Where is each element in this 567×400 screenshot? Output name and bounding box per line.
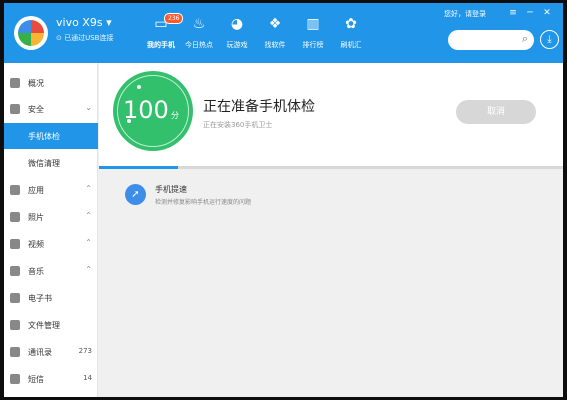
nav-find-software[interactable]: ❖ 找软件 xyxy=(256,13,294,57)
nav-label: 排行榜 xyxy=(302,41,324,49)
login-link[interactable]: 您好，请登录 xyxy=(444,9,486,19)
sidebar-item-label: 通讯录 xyxy=(28,348,52,357)
sidebar-item-contacts[interactable]: 通讯录 273 xyxy=(4,339,98,365)
search-icon[interactable]: ⌕ xyxy=(522,32,528,46)
nav-label: 玩游戏 xyxy=(226,41,248,49)
device-connection-label: 已通过USB连接 xyxy=(64,34,114,42)
app-window: vivo X9s ▾ ⊙ 已通过USB连接 ▭ 236 我的手机 ♨ 今日热点 … xyxy=(4,3,563,397)
music-icon xyxy=(10,266,20,276)
sidebar-item-apps[interactable]: 应用 ⌃ xyxy=(4,177,98,203)
sidebar-item-ebooks[interactable]: 电子书 xyxy=(4,285,98,311)
ranking-icon: ▥ xyxy=(306,16,320,32)
checkup-title: 正在准备手机体检 xyxy=(203,99,315,115)
sms-icon xyxy=(10,374,20,384)
sidebar-item-label: 视频 xyxy=(28,240,44,249)
sidebar-item-label: 微信清理 xyxy=(28,159,60,168)
nav-label: 今日热点 xyxy=(185,41,213,49)
sidebar-item-label: 电子书 xyxy=(28,294,52,303)
sidebar-item-overview[interactable]: 概况 xyxy=(4,70,98,96)
checkup-panel: 100 分 正在准备手机体检 正在安装360手机卫士 取消 xyxy=(99,63,563,166)
checkup-score: 100 xyxy=(123,96,169,124)
shield-icon xyxy=(10,104,20,114)
sidebar-item-label: 照片 xyxy=(28,213,44,222)
cancel-button[interactable]: 取消 xyxy=(456,100,536,124)
sidebar-item-file-manager[interactable]: 文件管理 xyxy=(4,312,98,338)
chevron-up-icon: ⌃ xyxy=(85,265,92,274)
sidebar-item-label: 安全 xyxy=(28,105,44,114)
sidebar-item-label: 概况 xyxy=(28,79,44,88)
tip-title: 手机提速 xyxy=(155,185,187,194)
device-name[interactable]: vivo X9s ▾ xyxy=(56,16,112,29)
nav-play-games[interactable]: ◕ 玩游戏 xyxy=(218,13,256,57)
sidebar-item-phone-checkup[interactable]: 手机体检 xyxy=(4,123,98,149)
chevron-up-icon: ⌃ xyxy=(85,184,92,193)
sidebar-item-label: 手机体检 xyxy=(28,132,60,141)
usb-icon: ⊙ xyxy=(56,34,62,42)
sidebar-item-wechat-clean[interactable]: 微信清理 xyxy=(4,150,98,176)
sidebar-item-videos[interactable]: 视频 ⌃ xyxy=(4,231,98,257)
minimize-icon[interactable]: ─ xyxy=(524,7,536,19)
rocket-icon: ➚ xyxy=(125,184,146,205)
sidebar: 概况 安全 ⌄ 手机体检 微信清理 应用 ⌃ 照片 ⌃ 视频 ⌃ 音乐 ⌃ 电子… xyxy=(4,63,98,397)
folder-icon xyxy=(10,320,20,330)
home-icon xyxy=(10,78,20,88)
sidebar-item-security[interactable]: 安全 ⌄ xyxy=(4,96,98,122)
book-icon xyxy=(10,293,20,303)
apps-icon: ❖ xyxy=(268,16,282,32)
contacts-count: 273 xyxy=(78,347,92,355)
nav-today-hot[interactable]: ♨ 今日热点 xyxy=(180,13,218,57)
chevron-down-icon: ⌄ xyxy=(85,103,92,112)
apps-icon xyxy=(10,185,20,195)
nav-my-phone[interactable]: ▭ 236 我的手机 xyxy=(142,13,184,57)
close-icon[interactable]: ✕ xyxy=(541,7,553,19)
sidebar-item-sms[interactable]: 短信 14 xyxy=(4,366,98,392)
nav-label: 找软件 xyxy=(264,41,286,49)
contacts-icon xyxy=(10,347,20,357)
download-icon[interactable]: ⤓ xyxy=(540,30,559,49)
title-bar: vivo X9s ▾ ⊙ 已通过USB连接 ▭ 236 我的手机 ♨ 今日热点 … xyxy=(4,3,563,63)
chevron-up-icon: ⌃ xyxy=(85,211,92,220)
sidebar-item-label: 应用 xyxy=(28,186,44,195)
sms-count: 14 xyxy=(83,374,92,382)
score-unit: 分 xyxy=(171,111,179,120)
nav-label: 刷机汇 xyxy=(340,41,362,49)
sidebar-item-photos[interactable]: 照片 ⌃ xyxy=(4,204,98,230)
tip-subtitle: 检测并修复影响手机运行速度的问题 xyxy=(155,199,252,206)
chevron-up-icon: ⌃ xyxy=(85,238,92,247)
app-logo[interactable] xyxy=(14,16,48,50)
flash-icon: ✿ xyxy=(345,16,357,32)
nav-ranking[interactable]: ▥ 排行榜 xyxy=(294,13,332,57)
nav-label: 我的手机 xyxy=(147,41,175,49)
checkup-subtitle: 正在安装360手机卫士 xyxy=(203,121,273,129)
sidebar-item-music[interactable]: 音乐 ⌃ xyxy=(4,258,98,284)
photo-icon xyxy=(10,212,20,222)
score-gauge: 100 分 xyxy=(113,71,193,151)
video-icon xyxy=(10,239,20,249)
sidebar-item-label: 音乐 xyxy=(28,267,44,276)
gamepad-icon: ◕ xyxy=(230,16,244,32)
fire-icon: ♨ xyxy=(192,16,206,32)
sidebar-item-label: 短信 xyxy=(28,375,44,384)
search-input[interactable]: ⌕ xyxy=(448,30,534,50)
device-connection-status: ⊙ 已通过USB连接 xyxy=(56,33,113,43)
sidebar-item-label: 文件管理 xyxy=(28,321,60,330)
nav-flash[interactable]: ✿ 刷机汇 xyxy=(332,13,370,57)
menu-icon[interactable]: ≡ xyxy=(507,7,519,19)
checkup-items: ➚ 手机提速 检测并修复影响手机运行速度的问题 xyxy=(99,169,563,397)
gauge-dot xyxy=(137,85,141,89)
